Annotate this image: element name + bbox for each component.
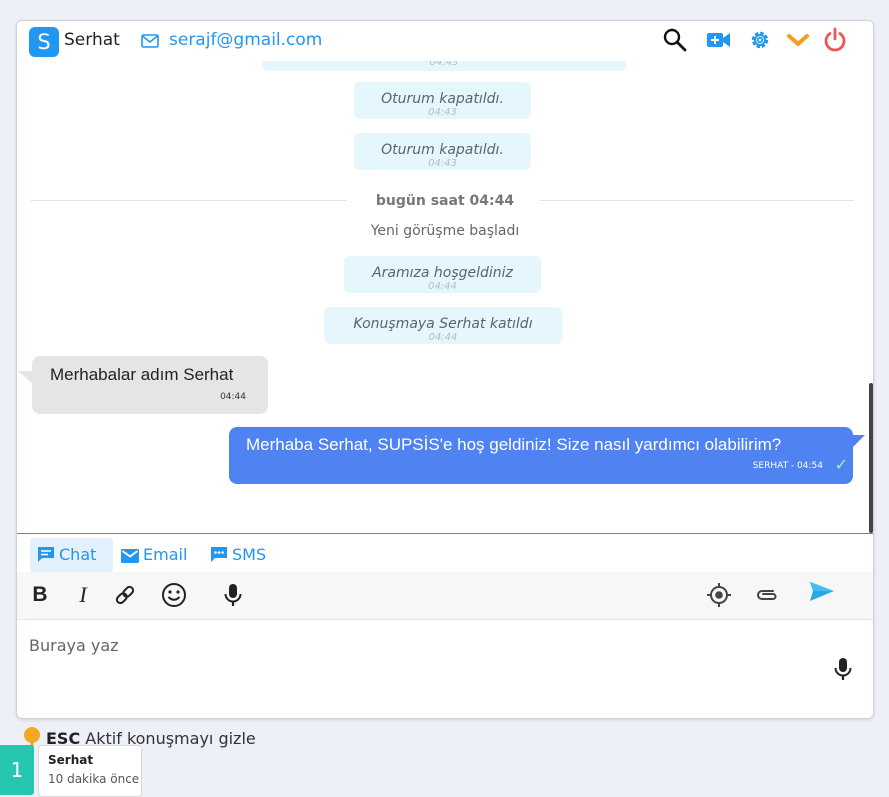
chat-panel: 04:43 Oturum kapatıldı. 04:43 Oturum kap… bbox=[16, 20, 874, 719]
tab-sms-label: SMS bbox=[232, 545, 267, 564]
search-icon[interactable] bbox=[662, 27, 688, 53]
video-add-icon[interactable] bbox=[706, 27, 732, 53]
email-icon bbox=[121, 549, 139, 563]
scrollbar-thumb[interactable] bbox=[869, 383, 873, 533]
message-text: Aramıza hoşgeldiniz bbox=[372, 265, 513, 281]
delivered-check-icon: ✓ bbox=[834, 455, 848, 474]
power-icon[interactable] bbox=[822, 27, 848, 53]
message-time: 04:44 bbox=[220, 392, 246, 402]
conversation-count-badge[interactable]: 1 bbox=[0, 745, 34, 795]
message-list[interactable]: 04:43 Oturum kapatıldı. 04:43 Oturum kap… bbox=[17, 21, 873, 533]
system-message: Konuşmaya Serhat katıldı 04:44 bbox=[324, 307, 562, 344]
conversation-name: Serhat bbox=[48, 753, 94, 767]
outgoing-message: Merhaba Serhat, SUPSİS'e hoş geldiniz! S… bbox=[229, 427, 865, 484]
system-message: Oturum kapatıldı. 04:43 bbox=[354, 133, 531, 170]
mail-icon bbox=[141, 33, 159, 52]
message-text: Oturum kapatıldı. bbox=[381, 142, 504, 158]
bubble-tail bbox=[18, 371, 33, 384]
attachment-icon[interactable] bbox=[753, 582, 779, 608]
tab-chat-label: Chat bbox=[59, 545, 97, 564]
tab-sms[interactable]: SMS bbox=[210, 538, 266, 572]
tab-email-label: Email bbox=[143, 545, 188, 564]
message-text: Merhaba Serhat, SUPSİS'e hoş geldiniz! S… bbox=[246, 435, 782, 454]
message-text: Oturum kapatıldı. bbox=[381, 91, 504, 107]
incoming-message: Merhabalar adım Serhat 04:44 bbox=[18, 356, 268, 414]
conversation-card[interactable]: Serhat 10 dakika önce bbox=[38, 745, 142, 797]
message-time: 04:44 bbox=[428, 332, 458, 343]
conversation-time: 10 dakika önce bbox=[48, 772, 140, 786]
emoji-icon[interactable] bbox=[161, 582, 187, 608]
link-icon[interactable] bbox=[112, 582, 138, 608]
chat-header: S Serhat serajf@gmail.com bbox=[17, 21, 873, 61]
tab-chat[interactable]: Chat bbox=[30, 538, 113, 572]
italic-button[interactable]: I bbox=[70, 582, 96, 608]
message-meta: SERHAT - 04:54 bbox=[752, 461, 823, 471]
message-text: Merhabalar adım Serhat bbox=[50, 365, 234, 384]
chat-icon bbox=[38, 547, 54, 562]
voice-input-icon[interactable] bbox=[831, 656, 855, 682]
message-input-area bbox=[17, 620, 873, 718]
message-time: 04:44 bbox=[428, 281, 457, 292]
contact-name: Serhat bbox=[64, 30, 120, 50]
tab-email[interactable]: Email bbox=[121, 538, 187, 572]
date-separator-label: bugün saat 04:44 bbox=[375, 193, 515, 209]
message-time: 04:43 bbox=[428, 158, 457, 169]
system-message: Oturum kapatıldı. 04:43 bbox=[354, 82, 531, 119]
formatting-toolbar: B I bbox=[17, 572, 873, 620]
location-icon[interactable] bbox=[706, 582, 732, 608]
gear-icon[interactable] bbox=[747, 27, 773, 53]
sms-icon bbox=[211, 547, 227, 562]
send-icon[interactable] bbox=[808, 579, 834, 605]
bubble-tail bbox=[851, 435, 865, 449]
avatar: S bbox=[29, 27, 59, 57]
message-input[interactable] bbox=[27, 634, 811, 708]
bold-button[interactable]: B bbox=[27, 582, 53, 608]
chevron-down-icon[interactable] bbox=[785, 27, 811, 53]
contact-email[interactable]: serajf@gmail.com bbox=[169, 30, 322, 50]
compose-divider bbox=[17, 533, 873, 534]
message-text: Konuşmaya Serhat katıldı bbox=[353, 316, 533, 332]
microphone-icon[interactable] bbox=[220, 582, 246, 608]
new-conversation-notice: Yeni görüşme başladı bbox=[370, 223, 520, 239]
message-time: 04:43 bbox=[428, 107, 457, 118]
system-message: Aramıza hoşgeldiniz 04:44 bbox=[344, 256, 541, 293]
